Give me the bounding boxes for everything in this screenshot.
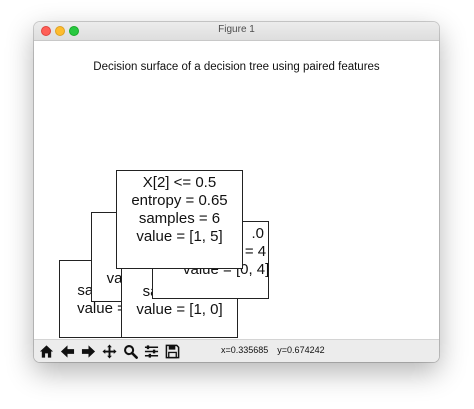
search-icon [123,344,138,359]
save-icon [165,344,179,358]
arrow-left-icon [60,344,74,358]
save-button[interactable] [163,342,181,360]
window-title: Figure 1 [218,24,255,35]
node-line: value = [1, 5] [136,228,223,245]
move-icon [101,343,117,359]
sliders-icon [144,344,158,358]
home-button[interactable] [37,342,55,360]
node-line: X[2] <= 0.5 [142,174,217,191]
node-line: value = [1, 0] [136,301,223,318]
figure-title: Decision surface of a decision tree usin… [93,61,380,73]
cursor-coordinates: x=0.335685 y=0.674242 [221,345,334,355]
back-button[interactable] [58,342,76,360]
title-bar: Figure 1 [34,22,439,41]
arrow-right-icon [81,344,95,358]
zoom-button[interactable] [121,342,139,360]
node-line: samples = 6 [138,210,221,227]
pan-button[interactable] [100,342,118,360]
node-line: entropy = 0.65 [131,192,228,209]
figure-canvas[interactable]: Decision surface of a decision tree usin… [34,41,439,340]
x-coordinate-readout: x=0.335685 [221,345,269,355]
figure-window: Figure 1 Decision surface of a decision … [34,22,439,362]
tree-node-root: X[2] <= 0.5 entropy = 0.65 samples = 6 v… [116,170,243,269]
home-icon [39,344,53,358]
configure-subplots-button[interactable] [142,342,160,360]
navigation-toolbar: x=0.335685 y=0.674242 [34,339,439,362]
forward-button[interactable] [79,342,97,360]
y-coordinate-readout: y=0.674242 [277,345,325,355]
